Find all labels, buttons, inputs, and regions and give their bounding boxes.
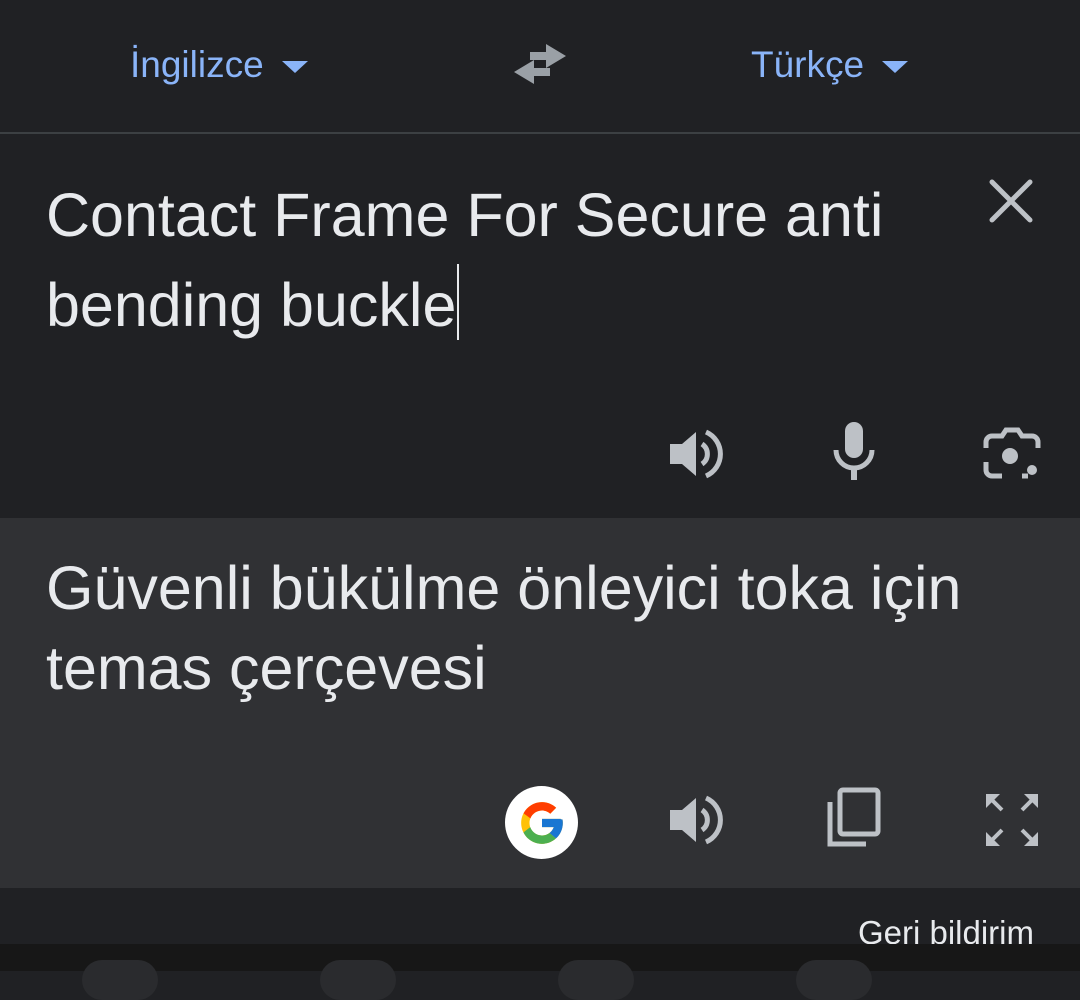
listen-translation-button[interactable] — [664, 788, 728, 852]
source-input-panel: Contact Frame For Secure anti bending bu… — [0, 134, 1080, 518]
google-search-button[interactable] — [505, 786, 578, 859]
copy-translation-button[interactable] — [822, 786, 886, 850]
source-language-selector[interactable]: İngilizce — [130, 40, 308, 90]
bottom-nav-item[interactable] — [320, 960, 396, 1000]
target-language-label: Türkçe — [751, 44, 865, 85]
listen-source-button[interactable] — [664, 422, 728, 486]
language-bar: İngilizce Türkçe — [0, 0, 1080, 134]
camera-icon — [983, 427, 1041, 479]
caret-down-icon — [882, 61, 909, 73]
translation-output-panel: Güvenli bükülme önleyici toka için temas… — [0, 518, 1080, 888]
text-cursor — [457, 264, 460, 340]
fullscreen-button[interactable] — [980, 788, 1044, 852]
bottom-nav-item[interactable] — [558, 960, 634, 1000]
camera-button[interactable] — [980, 422, 1044, 486]
clear-input-button[interactable] — [986, 176, 1036, 226]
source-text-input[interactable]: Contact Frame For Secure anti bending bu… — [46, 170, 906, 350]
bottom-nav-item[interactable] — [82, 960, 158, 1000]
microphone-icon — [833, 422, 875, 480]
target-language-selector[interactable]: Türkçe — [751, 40, 909, 90]
microphone-button[interactable] — [822, 420, 886, 484]
source-language-label: İngilizce — [130, 44, 264, 85]
fullscreen-icon — [986, 794, 1038, 846]
speaker-icon — [670, 795, 723, 845]
swap-languages-button[interactable] — [510, 40, 570, 88]
bottom-toolbar — [0, 944, 1080, 971]
bottom-nav-item[interactable] — [796, 960, 872, 1000]
copy-icon — [827, 787, 881, 847]
swap-horizontal-icon — [514, 44, 566, 84]
close-icon — [989, 179, 1033, 223]
speaker-icon — [670, 429, 723, 479]
google-icon — [520, 801, 563, 844]
translated-text: Güvenli bükülme önleyici toka için temas… — [46, 554, 962, 702]
source-text: Contact Frame For Secure anti bending bu… — [46, 181, 901, 339]
caret-down-icon — [281, 61, 308, 73]
